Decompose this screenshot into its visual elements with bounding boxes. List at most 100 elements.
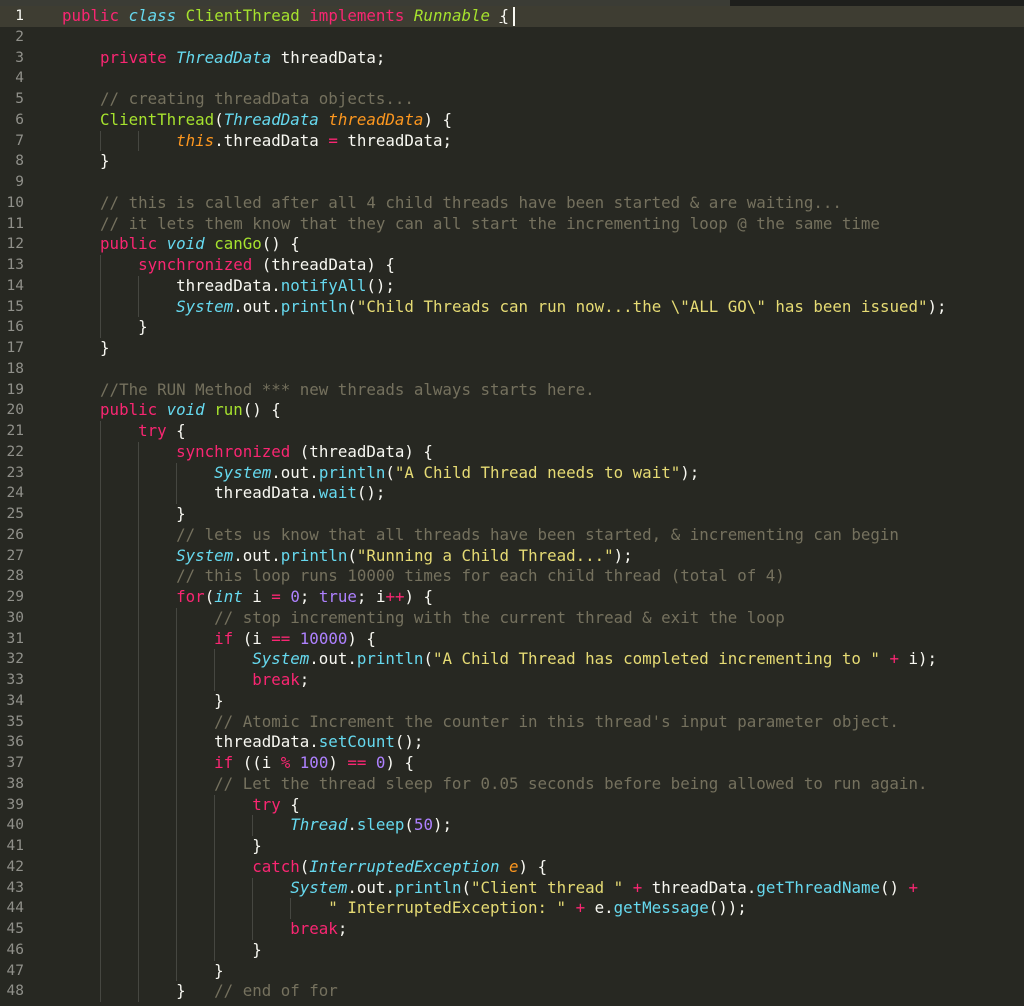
code-token: implements	[309, 6, 414, 25]
code-token: Thread	[290, 815, 348, 835]
code-line[interactable]: // stop incrementing with the current th…	[50, 607, 1024, 629]
code-line[interactable]: try {	[50, 794, 1024, 816]
code-line[interactable]: }	[50, 836, 1024, 857]
code-token: void	[166, 400, 215, 420]
code-area[interactable]: public class ClientThread implements Run…	[50, 6, 1024, 1006]
line-number: 22	[6, 443, 24, 460]
code-line[interactable]: }	[50, 338, 1024, 359]
code-line[interactable]	[50, 172, 1024, 193]
code-token: (	[214, 109, 224, 129]
code-line[interactable]: //The RUN Method *** new threads always …	[50, 380, 1024, 401]
code-line[interactable]: System.out.println("Child Threads can ru…	[50, 296, 1024, 318]
indent-guide	[214, 856, 216, 878]
line-number: 39	[6, 796, 24, 813]
line-number: 36	[6, 734, 24, 751]
code-line[interactable]: // this is called after all 4 child thre…	[50, 193, 1024, 214]
indent-guide	[214, 919, 216, 940]
indent-guide	[100, 607, 102, 629]
code-line[interactable]: private ThreadData threadData;	[50, 48, 1024, 69]
code-line[interactable]: }	[50, 690, 1024, 712]
code-line[interactable]	[50, 27, 1024, 48]
code-token: getThreadName	[756, 877, 880, 897]
code-line[interactable]: if (i == 10000) {	[50, 628, 1024, 650]
code-line[interactable]: for(int i = 0; true; i++) {	[50, 587, 1024, 608]
code-token: ) {	[518, 856, 548, 876]
code-line[interactable]: }	[50, 960, 1024, 982]
indent-guide	[100, 670, 102, 691]
code-token: (	[204, 587, 215, 606]
code-token: .threadData	[214, 130, 329, 150]
indent-guide	[100, 649, 102, 670]
code-line[interactable]: }	[50, 504, 1024, 525]
code-line[interactable]: synchronized (threadData) {	[50, 255, 1024, 276]
code-line[interactable]: // Atomic Increment the counter in this …	[50, 711, 1024, 733]
code-line[interactable]: if ((i % 100) == 0) {	[50, 753, 1024, 774]
indent-guide	[138, 524, 140, 546]
indent-guide	[252, 919, 254, 940]
code-line[interactable]: threadData.setCount();	[50, 732, 1024, 753]
code-line[interactable]: // Let the thread sleep for 0.05 seconds…	[50, 773, 1024, 795]
code-line[interactable]: public class ClientThread implements Run…	[50, 6, 1024, 27]
line-number: 13	[6, 257, 24, 273]
code-line[interactable]: break;	[50, 670, 1024, 691]
indent-guide	[100, 877, 102, 899]
indent-guide	[176, 898, 178, 919]
code-editor[interactable]: 1 2 3 4 5 6 7 8 9 10 11 12 13 14 15 16 17 18 19 20 21 22 23 24 2…	[0, 0, 1024, 1006]
indent-guide	[176, 483, 178, 504]
code-line[interactable]: this.threadData = threadData;	[50, 130, 1024, 152]
code-line[interactable]: public void canGo() {	[50, 234, 1024, 255]
code-line[interactable]: // it lets them know that they can all s…	[50, 214, 1024, 235]
code-line[interactable]: threadData.notifyAll();	[50, 275, 1024, 297]
code-line[interactable]: // creating threadData objects...	[50, 89, 1024, 110]
code-line[interactable]: Thread.sleep(50);	[50, 815, 1024, 836]
code-line[interactable]: System.out.println("Running a Child Thre…	[50, 545, 1024, 567]
code-line[interactable]: threadData.wait();	[50, 483, 1024, 504]
indent-guide	[100, 711, 102, 733]
code-line[interactable]: }	[50, 317, 1024, 338]
code-line[interactable]: System.out.println("A Child Thread has c…	[50, 649, 1024, 670]
code-token: synchronized	[138, 255, 253, 274]
indent-guide	[100, 504, 102, 525]
code-line[interactable]: }	[50, 939, 1024, 961]
indent-guide	[176, 628, 178, 650]
code-line[interactable]: public void run() {	[50, 400, 1024, 421]
code-line[interactable]: " InterruptedException: " + e.getMessage…	[50, 898, 1024, 919]
code-line[interactable]: // this loop runs 10000 times for each c…	[50, 566, 1024, 587]
code-line[interactable]: break;	[50, 919, 1024, 940]
code-line[interactable]	[50, 68, 1024, 89]
code-token: %	[280, 753, 291, 772]
code-token: (	[404, 815, 414, 835]
code-line[interactable]: System.out.println("A Child Thread needs…	[50, 462, 1024, 484]
code-token: // it lets them know that they can all s…	[100, 213, 880, 233]
code-token: System	[290, 877, 348, 897]
code-line[interactable]: System.out.println("Client thread " + th…	[50, 877, 1024, 899]
line-number: 7	[15, 132, 24, 149]
code-line[interactable]: }	[50, 151, 1024, 172]
code-line[interactable]: synchronized (threadData) {	[50, 441, 1024, 463]
code-line[interactable]: } // end of for	[50, 981, 1024, 1002]
line-number: 10	[6, 194, 24, 211]
line-number: 31	[6, 630, 24, 647]
code-line[interactable]: // lets us know that all threads have be…	[50, 524, 1024, 546]
indent-guide	[138, 587, 140, 608]
code-line[interactable]: ClientThread(ThreadData threadData) {	[50, 110, 1024, 131]
code-token: System	[176, 296, 234, 316]
code-line[interactable]: try {	[50, 421, 1024, 442]
code-line[interactable]	[50, 359, 1024, 380]
code-token: Runnable	[413, 6, 491, 25]
code-token: for	[176, 587, 205, 606]
code-token: }	[62, 939, 262, 959]
code-token: " InterruptedException: "	[328, 898, 567, 918]
line-number: 16	[6, 319, 24, 336]
indent-guide	[100, 524, 102, 546]
code-line[interactable]: catch(InterruptedException e) {	[50, 856, 1024, 878]
